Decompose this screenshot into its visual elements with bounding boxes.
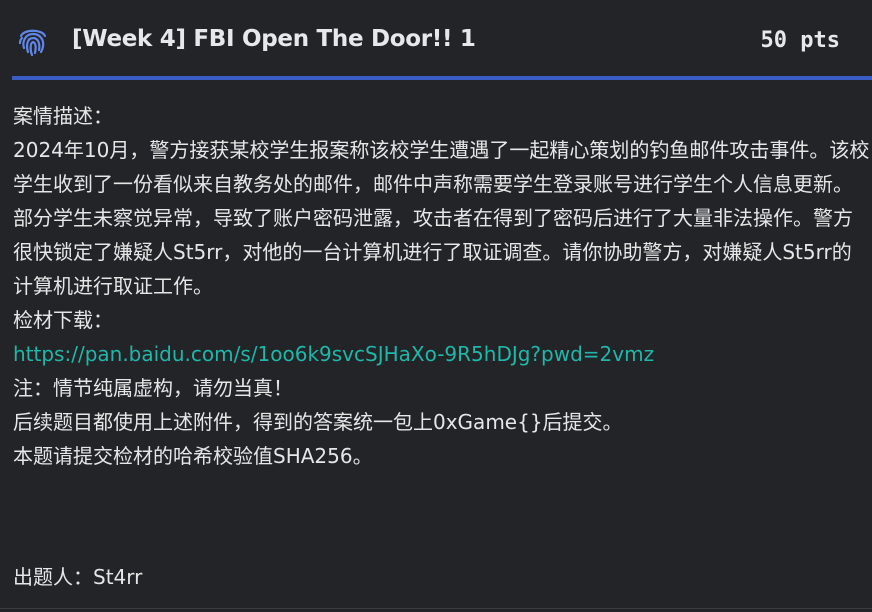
- accent-divider: [12, 76, 872, 80]
- download-link[interactable]: https://pan.baidu.com/s/1oo6k9svcSJHaXo-…: [13, 342, 654, 366]
- bottom-divider: [0, 608, 872, 609]
- description-body: 2024年10月，警方接获某校学生报案称该校学生遭遇了一起精心策划的钓鱼邮件攻击…: [13, 138, 870, 298]
- fingerprint-icon: [16, 24, 50, 58]
- submission-instruction: 后续题目都使用上述附件，得到的答案统一包上0xGame{}后提交。: [13, 410, 623, 434]
- download-label: 检材下载：: [13, 308, 113, 332]
- challenge-author: 出题人：St4rr: [13, 565, 143, 589]
- challenge-description: 案情描述： 2024年10月，警方接获某校学生报案称该校学生遭遇了一起精心策划的…: [13, 99, 871, 473]
- description-heading: 案情描述：: [13, 104, 113, 128]
- challenge-title: [Week 4] FBI Open The Door!! 1: [72, 26, 476, 52]
- fiction-note: 注：情节纯属虚构，请勿当真！: [13, 376, 293, 400]
- challenge-points: 50 pts: [760, 28, 840, 53]
- challenge-header: [Week 4] FBI Open The Door!! 1 50 pts: [0, 0, 872, 78]
- task-instruction: 本题请提交检材的哈希校验值SHA256。: [13, 444, 373, 468]
